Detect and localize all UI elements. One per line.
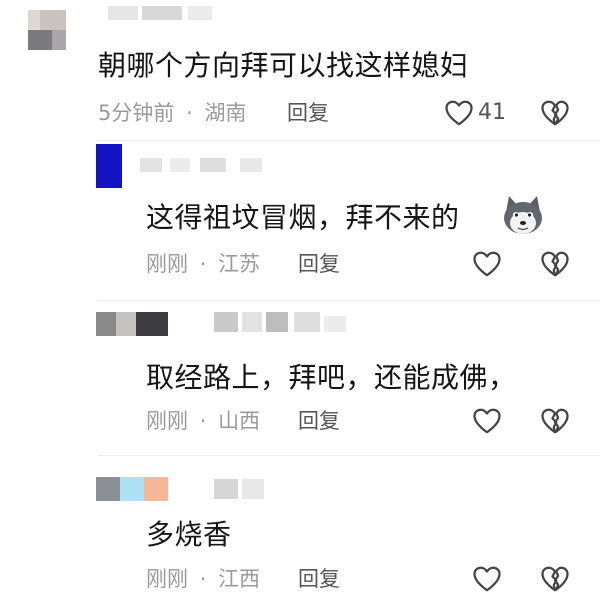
reply-button[interactable]: 回复 xyxy=(298,569,340,590)
comment-meta: 刚刚 · 山西 xyxy=(146,411,260,432)
username-pixelated[interactable] xyxy=(108,6,218,22)
comment-meta: 刚刚 · 江西 xyxy=(146,569,260,590)
comment-text: 多烧香 xyxy=(146,518,232,551)
comment-text: 这得祖坟冒烟，拜不来的 xyxy=(146,201,460,234)
reply-button[interactable]: 回复 xyxy=(298,254,340,275)
husky-dog-emoji xyxy=(504,196,542,234)
avatar-pixelated[interactable] xyxy=(96,312,168,336)
timestamp: 刚刚 xyxy=(146,409,188,433)
like-count: 41 xyxy=(478,100,506,125)
ip-location: 湖南 xyxy=(204,101,247,125)
username-pixelated[interactable] xyxy=(140,158,310,174)
comment-item-3: 取经路上，拜吧，还能成佛， 刚刚 · 山西 回复 xyxy=(0,300,600,455)
avatar-pixelated[interactable] xyxy=(96,144,122,188)
avatar-pixelated[interactable] xyxy=(96,477,168,501)
meta-separator: · xyxy=(199,567,207,591)
comment-item-2: 这得祖坟冒烟，拜不来的 刚刚 · 江苏 回复 xyxy=(0,140,600,300)
heart-outline-icon[interactable] xyxy=(472,250,502,278)
heart-outline-icon[interactable] xyxy=(472,407,502,435)
broken-heart-icon[interactable] xyxy=(540,99,570,127)
comment-meta: 5分钟前 · 湖南 xyxy=(98,103,246,124)
meta-separator: · xyxy=(199,252,207,276)
comment-text: 取经路上，拜吧，还能成佛， xyxy=(146,361,517,394)
heart-outline-icon[interactable] xyxy=(472,565,502,593)
ip-location: 江苏 xyxy=(218,252,261,276)
timestamp: 刚刚 xyxy=(146,252,188,276)
comment-meta: 刚刚 · 江苏 xyxy=(146,254,260,275)
reply-button[interactable]: 回复 xyxy=(287,103,329,124)
heart-outline-icon[interactable] xyxy=(444,99,474,127)
meta-separator: · xyxy=(186,101,193,125)
timestamp: 5分钟前 xyxy=(98,101,175,125)
broken-heart-icon[interactable] xyxy=(540,407,570,435)
comment-item-1: 朝哪个方向拜可以找这样媳妇 5分钟前 · 湖南 回复 41 xyxy=(0,0,600,140)
ip-location: 山西 xyxy=(218,409,261,433)
broken-heart-icon[interactable] xyxy=(540,565,570,593)
comment-item-4: 多烧香 刚刚 · 江西 回复 xyxy=(0,455,600,612)
broken-heart-icon[interactable] xyxy=(540,250,570,278)
username-pixelated[interactable] xyxy=(214,312,354,334)
username-pixelated[interactable] xyxy=(214,479,304,499)
meta-separator: · xyxy=(199,409,207,433)
comment-text: 朝哪个方向拜可以找这样媳妇 xyxy=(98,49,469,82)
reply-button[interactable]: 回复 xyxy=(298,411,340,432)
avatar-pixelated[interactable] xyxy=(28,10,66,50)
ip-location: 江西 xyxy=(218,567,261,591)
timestamp: 刚刚 xyxy=(146,567,188,591)
